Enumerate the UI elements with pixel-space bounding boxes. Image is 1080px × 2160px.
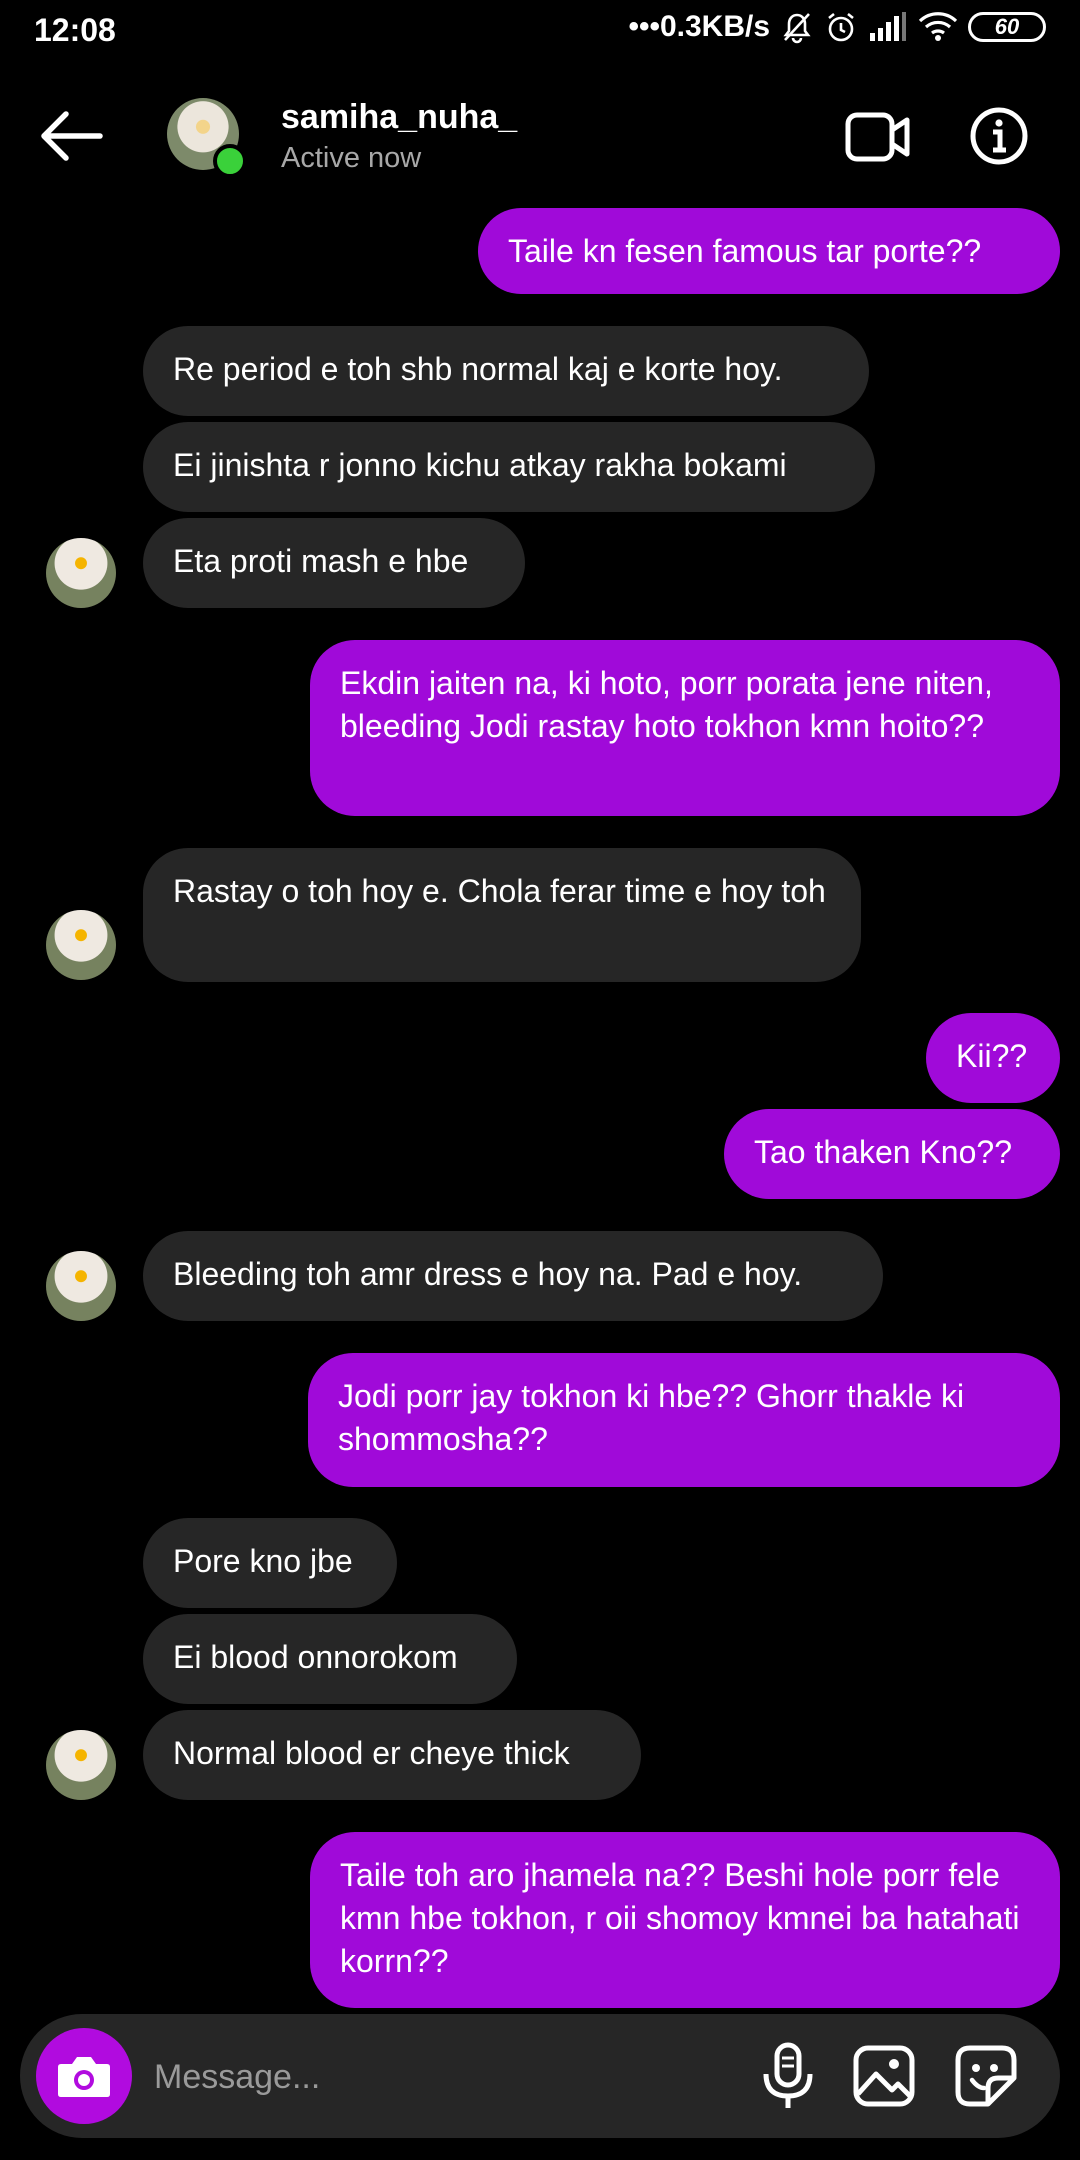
camera-button[interactable] — [36, 2028, 132, 2124]
sent-message[interactable]: Jodi porr jay tokhon ki hbe?? Ghorr thak… — [308, 1353, 1060, 1487]
received-message[interactable]: Ei jinishta r jonno kichu atkay rakha bo… — [143, 422, 875, 512]
sent-message[interactable]: Ekdin jaiten na, ki hoto, porr porata je… — [310, 640, 1060, 816]
microphone-button[interactable] — [758, 2042, 818, 2110]
sender-avatar[interactable] — [46, 1251, 116, 1321]
received-message[interactable]: Ei blood onnorokom — [143, 1614, 517, 1704]
gallery-button[interactable] — [852, 2044, 916, 2108]
received-message[interactable]: Re period e toh shb normal kaj e korte h… — [143, 326, 869, 416]
received-message[interactable]: Pore kno jbe — [143, 1518, 397, 1608]
online-indicator — [213, 144, 247, 178]
chat-username[interactable]: samiha_nuha_ — [281, 98, 517, 137]
gallery-icon — [853, 2045, 915, 2107]
status-bar: 12:08 •••0.3KB/s 60 — [0, 0, 1080, 64]
back-arrow-icon — [41, 111, 103, 161]
message-input[interactable] — [152, 2044, 716, 2110]
wifi-icon — [918, 11, 958, 43]
status-time: 12:08 — [34, 12, 116, 48]
signal-icon — [868, 11, 908, 43]
network-speed: •••0.3KB/s — [628, 10, 770, 43]
sent-message[interactable]: Kii?? — [926, 1013, 1060, 1103]
sent-message[interactable]: Tao thaken Kno?? — [724, 1109, 1060, 1199]
sent-message[interactable]: Taile toh aro jhamela na?? Beshi hole po… — [310, 1832, 1060, 2008]
sticker-button[interactable] — [954, 2044, 1018, 2108]
sender-avatar[interactable] — [46, 910, 116, 980]
sent-message[interactable]: Taile kn fesen famous tar porte?? — [478, 208, 1060, 294]
active-status: Active now — [281, 142, 422, 174]
info-icon — [970, 107, 1028, 165]
status-right: •••0.3KB/s 60 — [628, 10, 1046, 44]
mute-bell-icon — [780, 10, 814, 44]
microphone-icon — [763, 2042, 813, 2108]
sender-avatar[interactable] — [46, 538, 116, 608]
sticker-icon — [955, 2045, 1017, 2107]
back-button[interactable] — [36, 106, 108, 166]
video-call-icon — [845, 112, 910, 162]
info-button[interactable] — [969, 106, 1029, 166]
received-message[interactable]: Normal blood er cheye thick — [143, 1710, 641, 1800]
received-message[interactable]: Bleeding toh amr dress e hoy na. Pad e h… — [143, 1231, 883, 1321]
sender-avatar[interactable] — [46, 1730, 116, 1800]
video-call-button[interactable] — [845, 108, 911, 166]
camera-icon — [58, 2057, 110, 2097]
message-composer — [20, 2014, 1060, 2138]
received-message[interactable]: Rastay o toh hoy e. Chola ferar time e h… — [143, 848, 861, 982]
alarm-icon — [824, 10, 858, 44]
battery-indicator: 60 — [968, 12, 1046, 42]
received-message[interactable]: Eta proti mash e hbe — [143, 518, 525, 608]
chat-header: samiha_nuha_ Active now — [0, 84, 1080, 188]
